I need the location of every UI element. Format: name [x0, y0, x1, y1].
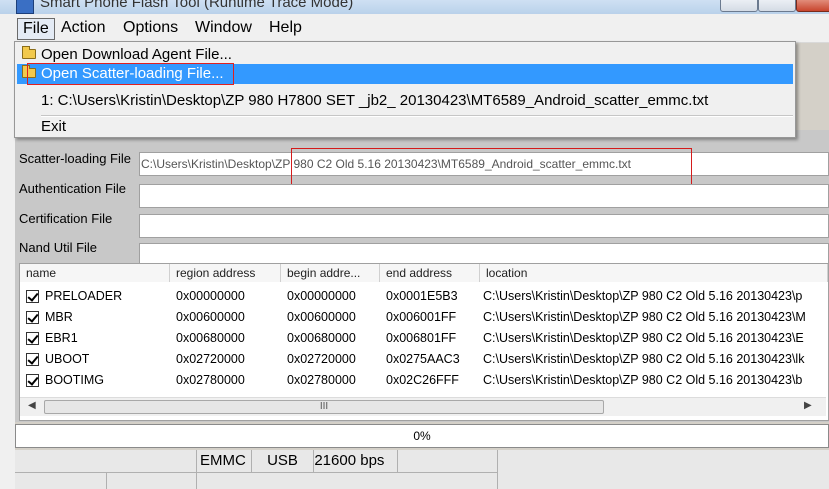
menu-help[interactable]: Help: [264, 18, 307, 38]
cert-file-label: Certification File: [19, 211, 113, 226]
maximize-button[interactable]: [758, 0, 796, 12]
status-cell-lower-2: [107, 472, 197, 489]
cert-file-field[interactable]: [139, 214, 829, 238]
cell-region: 0x00000000: [176, 289, 245, 303]
scatter-path-highlight: [291, 148, 692, 187]
scroll-right-icon[interactable]: ▶: [804, 400, 812, 411]
cell-name: MBR: [45, 310, 73, 324]
row-checkbox[interactable]: [26, 290, 39, 303]
menu-bar: File Action Options Window Help: [0, 14, 829, 43]
cell-location: C:\Users\Kristin\Desktop\ZP 980 C2 Old 5…: [483, 289, 803, 303]
cell-name: BOOTIMG: [45, 373, 105, 387]
scatter-menu-highlight: [27, 63, 234, 85]
cell-end: 0x0275AAC3: [386, 352, 460, 366]
menu-recent-file-1[interactable]: 1: C:\Users\Kristin\Desktop\ZP 980 H7800…: [17, 91, 793, 111]
status-bar: EMMC USB 921600 bps: [15, 450, 829, 489]
cell-location: C:\Users\Kristin\Desktop\ZP 980 C2 Old 5…: [483, 373, 803, 387]
status-cell-lower-1: [15, 472, 107, 489]
nand-util-label: Nand Util File: [19, 240, 98, 255]
folder-open-icon: [22, 46, 36, 59]
status-cell-empty: [398, 450, 498, 472]
auth-file-label: Authentication File: [19, 181, 126, 196]
scroll-left-icon[interactable]: ◀: [28, 400, 36, 411]
menu-exit[interactable]: Exit: [17, 117, 793, 137]
scrollbar-thumb[interactable]: III: [44, 400, 604, 414]
cell-end: 0x02C26FFF: [386, 373, 459, 387]
cell-end: 0x0001E5B3: [386, 289, 458, 303]
cell-location: C:\Users\Kristin\Desktop\ZP 980 C2 Old 5…: [483, 331, 804, 345]
col-header-begin[interactable]: begin addre...: [281, 264, 380, 282]
horizontal-scrollbar[interactable]: ◀ III ▶: [20, 397, 826, 416]
table-row[interactable]: BOOTIMG 0x02780000 0x02780000 0x02C26FFF…: [20, 371, 828, 392]
cell-name: UBOOT: [45, 352, 90, 366]
app-icon: [16, 0, 34, 14]
row-checkbox[interactable]: [26, 332, 39, 345]
cell-begin: 0x02720000: [287, 352, 356, 366]
cell-begin: 0x00000000: [287, 289, 356, 303]
status-cell-lower-3: [197, 472, 498, 489]
title-bar: Smart Phone Flash Tool (Runtime Trace Mo…: [0, 0, 829, 14]
menu-open-download-agent[interactable]: Open Download Agent File...: [17, 45, 793, 65]
table-row[interactable]: PRELOADER 0x00000000 0x00000000 0x0001E5…: [20, 287, 828, 308]
cell-end: 0x006801FF: [386, 331, 457, 345]
cell-name: PRELOADER: [45, 289, 123, 303]
status-port: USB: [252, 450, 314, 472]
left-strip: [0, 42, 15, 489]
scatter-file-label: Scatter-loading File: [19, 151, 131, 166]
status-storage: EMMC: [197, 450, 252, 472]
row-checkbox[interactable]: [26, 374, 39, 387]
cell-begin: 0x00680000: [287, 331, 356, 345]
col-header-end[interactable]: end address: [380, 264, 480, 282]
cell-region: 0x02780000: [176, 373, 245, 387]
auth-file-field[interactable]: [139, 184, 829, 208]
col-header-location[interactable]: location: [480, 264, 828, 282]
status-baud: 921600 bps: [314, 450, 398, 472]
menu-window[interactable]: Window: [190, 18, 257, 38]
cell-begin: 0x02780000: [287, 373, 356, 387]
cell-region: 0x00680000: [176, 331, 245, 345]
cell-begin: 0x00600000: [287, 310, 356, 324]
menu-file[interactable]: File: [17, 18, 55, 40]
row-checkbox[interactable]: [26, 353, 39, 366]
cell-region: 0x00600000: [176, 310, 245, 324]
minimize-button[interactable]: [720, 0, 758, 12]
cell-location: C:\Users\Kristin\Desktop\ZP 980 C2 Old 5…: [483, 352, 805, 366]
table-row[interactable]: MBR 0x00600000 0x00600000 0x006001FF C:\…: [20, 308, 828, 329]
window-title: Smart Phone Flash Tool (Runtime Trace Mo…: [40, 0, 354, 11]
table-row[interactable]: EBR1 0x00680000 0x00680000 0x006801FF C:…: [20, 329, 828, 350]
menu-action[interactable]: Action: [56, 18, 110, 38]
table-row[interactable]: UBOOT 0x02720000 0x02720000 0x0275AAC3 C…: [20, 350, 828, 371]
status-cell-blank: [15, 450, 197, 472]
col-header-region[interactable]: region address: [170, 264, 281, 282]
close-button[interactable]: [796, 0, 829, 12]
menu-options[interactable]: Options: [118, 18, 183, 38]
file-menu-dropdown: Open Download Agent File... Open Scatter…: [14, 41, 796, 138]
col-header-name[interactable]: name: [20, 264, 170, 282]
cell-name: EBR1: [45, 331, 78, 345]
progress-bar: 0%: [15, 424, 829, 448]
cell-end: 0x006001FF: [386, 310, 457, 324]
cell-location: C:\Users\Kristin\Desktop\ZP 980 C2 Old 5…: [483, 310, 806, 324]
row-checkbox[interactable]: [26, 311, 39, 324]
cell-region: 0x02720000: [176, 352, 245, 366]
progress-text: 0%: [413, 429, 431, 443]
